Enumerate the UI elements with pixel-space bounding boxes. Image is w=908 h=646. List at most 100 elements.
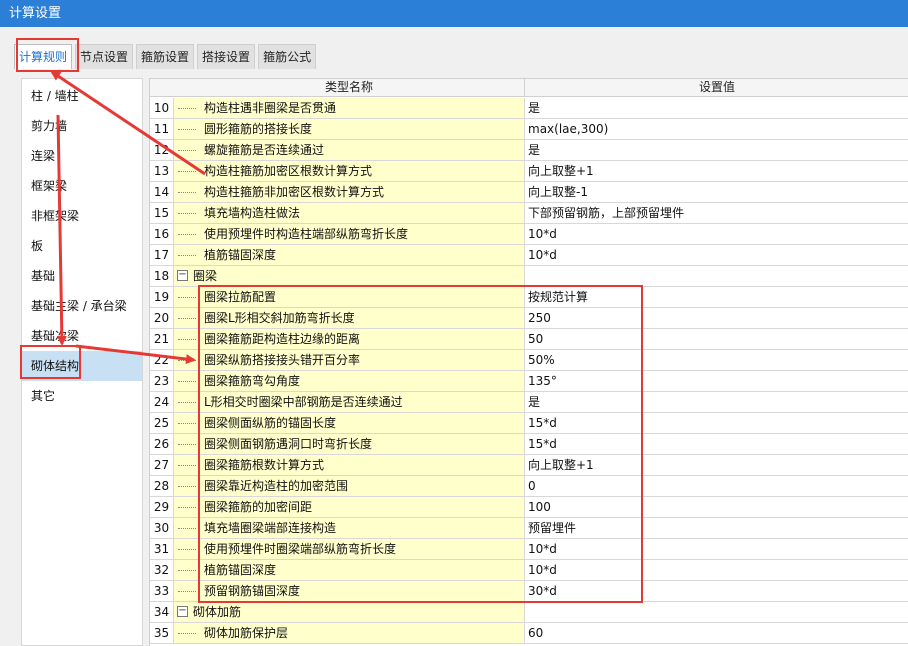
table-row[interactable]: 22 圈梁纵筋搭接接头错开百分率 50%: [150, 350, 908, 371]
row-number: 27: [150, 455, 174, 475]
tree-line-icon: [178, 423, 196, 424]
tree-line-icon: [178, 339, 196, 340]
collapse-toggle-icon[interactable]: −: [177, 270, 188, 281]
row-number: 10: [150, 98, 174, 118]
sidebar-item-column[interactable]: 柱 / 墙柱: [22, 81, 142, 111]
tree-line-icon: [178, 402, 196, 403]
setting-value-cell[interactable]: 60: [524, 623, 908, 643]
setting-name: 构造柱箍筋非加密区根数计算方式: [204, 185, 385, 199]
setting-value-cell[interactable]: max(lae,300): [524, 119, 908, 139]
setting-value-cell[interactable]: 10*d: [524, 539, 908, 559]
sidebar-item-coupling-beam[interactable]: 连梁: [22, 141, 142, 171]
table-row[interactable]: 32 植筋锚固深度 10*d: [150, 560, 908, 581]
setting-value-cell[interactable]: 是: [524, 140, 908, 160]
tab-stirrup-formula[interactable]: 箍筋公式: [258, 44, 317, 69]
setting-value-cell[interactable]: 预留埋件: [524, 518, 908, 538]
sidebar-item-foundation[interactable]: 基础: [22, 261, 142, 291]
table-row[interactable]: 12 螺旋箍筋是否连续通过 是: [150, 140, 908, 161]
table-row[interactable]: 24 L形相交时圈梁中部钢筋是否连续通过 是: [150, 392, 908, 413]
table-row[interactable]: 17 植筋锚固深度 10*d: [150, 245, 908, 266]
row-number: 29: [150, 497, 174, 517]
group-row[interactable]: 34− 砌体加筋: [150, 602, 908, 623]
sidebar-item-non-frame-beam[interactable]: 非框架梁: [22, 201, 142, 231]
row-number: 30: [150, 518, 174, 538]
setting-value-cell[interactable]: 250: [524, 308, 908, 328]
tree-line-icon: [178, 633, 196, 634]
setting-value-cell[interactable]: 50: [524, 329, 908, 349]
table-row[interactable]: 14 构造柱箍筋非加密区根数计算方式 向上取整-1: [150, 182, 908, 203]
group-row[interactable]: 18− 圈梁: [150, 266, 908, 287]
sidebar-item-foundation-main-beam[interactable]: 基础主梁 / 承台梁: [22, 291, 142, 321]
setting-value-cell[interactable]: 是: [524, 98, 908, 118]
table-row[interactable]: 27 圈梁箍筋根数计算方式 向上取整+1: [150, 455, 908, 476]
setting-value-cell[interactable]: 30*d: [524, 581, 908, 601]
sidebar-item-foundation-secondary-beam[interactable]: 基础次梁: [22, 321, 142, 351]
setting-name-cell: 植筋锚固深度: [174, 245, 524, 265]
sidebar-item-masonry[interactable]: 砌体结构: [22, 351, 142, 381]
table-row[interactable]: 13 构造柱箍筋加密区根数计算方式 向上取整+1: [150, 161, 908, 182]
row-number: 16: [150, 224, 174, 244]
component-list: 柱 / 墙柱 剪力墙 连梁 框架梁 非框架梁 板 基础 基础主梁 / 承台梁 基…: [21, 78, 143, 646]
table-row[interactable]: 20 圈梁L形相交斜加筋弯折长度 250: [150, 308, 908, 329]
table-row[interactable]: 35 砌体加筋保护层 60: [150, 623, 908, 644]
setting-value-cell[interactable]: 向上取整+1: [524, 161, 908, 181]
table-row[interactable]: 28 圈梁靠近构造柱的加密范围 0: [150, 476, 908, 497]
table-row[interactable]: 10 构造柱遇非圈梁是否贯通 是: [150, 98, 908, 119]
row-number: 20: [150, 308, 174, 328]
table-row[interactable]: 11 圆形箍筋的搭接长度 max(lae,300): [150, 119, 908, 140]
sidebar-item-shear-wall[interactable]: 剪力墙: [22, 111, 142, 141]
setting-value-cell[interactable]: 下部预留钢筋，上部预留埋件: [524, 203, 908, 223]
sidebar-item-slab[interactable]: 板: [22, 231, 142, 261]
setting-name: 圈梁箍筋距构造柱边缘的距离: [204, 332, 361, 346]
table-row[interactable]: 23 圈梁箍筋弯勾角度 135°: [150, 371, 908, 392]
row-number: 13: [150, 161, 174, 181]
setting-value-cell[interactable]: 向上取整-1: [524, 182, 908, 202]
tab-node-settings[interactable]: 节点设置: [75, 44, 134, 69]
setting-name-cell: 圆形箍筋的搭接长度: [174, 119, 524, 139]
table-row[interactable]: 30 填充墙圈梁端部连接构造 预留埋件: [150, 518, 908, 539]
row-number: 26: [150, 434, 174, 454]
setting-value-cell[interactable]: 15*d: [524, 434, 908, 454]
table-row[interactable]: 31 使用预埋件时圈梁端部纵筋弯折长度 10*d: [150, 539, 908, 560]
table-row[interactable]: 26 圈梁侧面钢筋遇洞口时弯折长度 15*d: [150, 434, 908, 455]
setting-name-cell: 构造柱箍筋加密区根数计算方式: [174, 161, 524, 181]
setting-value-cell[interactable]: 100: [524, 497, 908, 517]
setting-value-cell[interactable]: 135°: [524, 371, 908, 391]
setting-value-cell[interactable]: 0: [524, 476, 908, 496]
collapse-toggle-icon[interactable]: −: [177, 606, 188, 617]
table-row[interactable]: 19 圈梁拉筋配置 按规范计算: [150, 287, 908, 308]
setting-name-cell: 构造柱箍筋非加密区根数计算方式: [174, 182, 524, 202]
table-row[interactable]: 21 圈梁箍筋距构造柱边缘的距离 50: [150, 329, 908, 350]
setting-value-cell[interactable]: 是: [524, 392, 908, 412]
setting-name: 使用预埋件时构造柱端部纵筋弯折长度: [204, 227, 409, 241]
table-row[interactable]: 33 预留钢筋锚固深度 30*d: [150, 581, 908, 602]
setting-name-cell: 构造柱遇非圈梁是否贯通: [174, 98, 524, 118]
setting-name: 圈梁侧面纵筋的锚固长度: [204, 416, 337, 430]
tree-line-icon: [178, 444, 196, 445]
setting-value-cell[interactable]: 10*d: [524, 245, 908, 265]
table-row[interactable]: 15 填充墙构造柱做法 下部预留钢筋，上部预留埋件: [150, 203, 908, 224]
setting-value-cell[interactable]: 按规范计算: [524, 287, 908, 307]
row-number: 12: [150, 140, 174, 160]
row-number: 14: [150, 182, 174, 202]
tree-line-icon: [178, 297, 196, 298]
setting-value-cell[interactable]: 15*d: [524, 413, 908, 433]
tab-stirrup-settings[interactable]: 箍筋设置: [136, 44, 195, 69]
sidebar-item-other[interactable]: 其它: [22, 381, 142, 411]
setting-value-cell[interactable]: 50%: [524, 350, 908, 370]
window-title: 计算设置: [0, 0, 908, 27]
grid-header: 类型名称 设置值: [150, 79, 908, 97]
setting-value-cell[interactable]: 向上取整+1: [524, 455, 908, 475]
table-row[interactable]: 16 使用预埋件时构造柱端部纵筋弯折长度 10*d: [150, 224, 908, 245]
table-row[interactable]: 29 圈梁箍筋的加密间距 100: [150, 497, 908, 518]
row-number: 32: [150, 560, 174, 580]
row-number: 34: [150, 602, 174, 622]
tab-calc-rules[interactable]: 计算规则: [14, 44, 73, 69]
setting-value-cell: [524, 266, 908, 286]
sidebar-item-frame-beam[interactable]: 框架梁: [22, 171, 142, 201]
setting-value-cell[interactable]: 10*d: [524, 224, 908, 244]
tree-line-icon: [178, 318, 196, 319]
tab-lap-settings[interactable]: 搭接设置: [197, 44, 256, 69]
setting-value-cell[interactable]: 10*d: [524, 560, 908, 580]
table-row[interactable]: 25 圈梁侧面纵筋的锚固长度 15*d: [150, 413, 908, 434]
